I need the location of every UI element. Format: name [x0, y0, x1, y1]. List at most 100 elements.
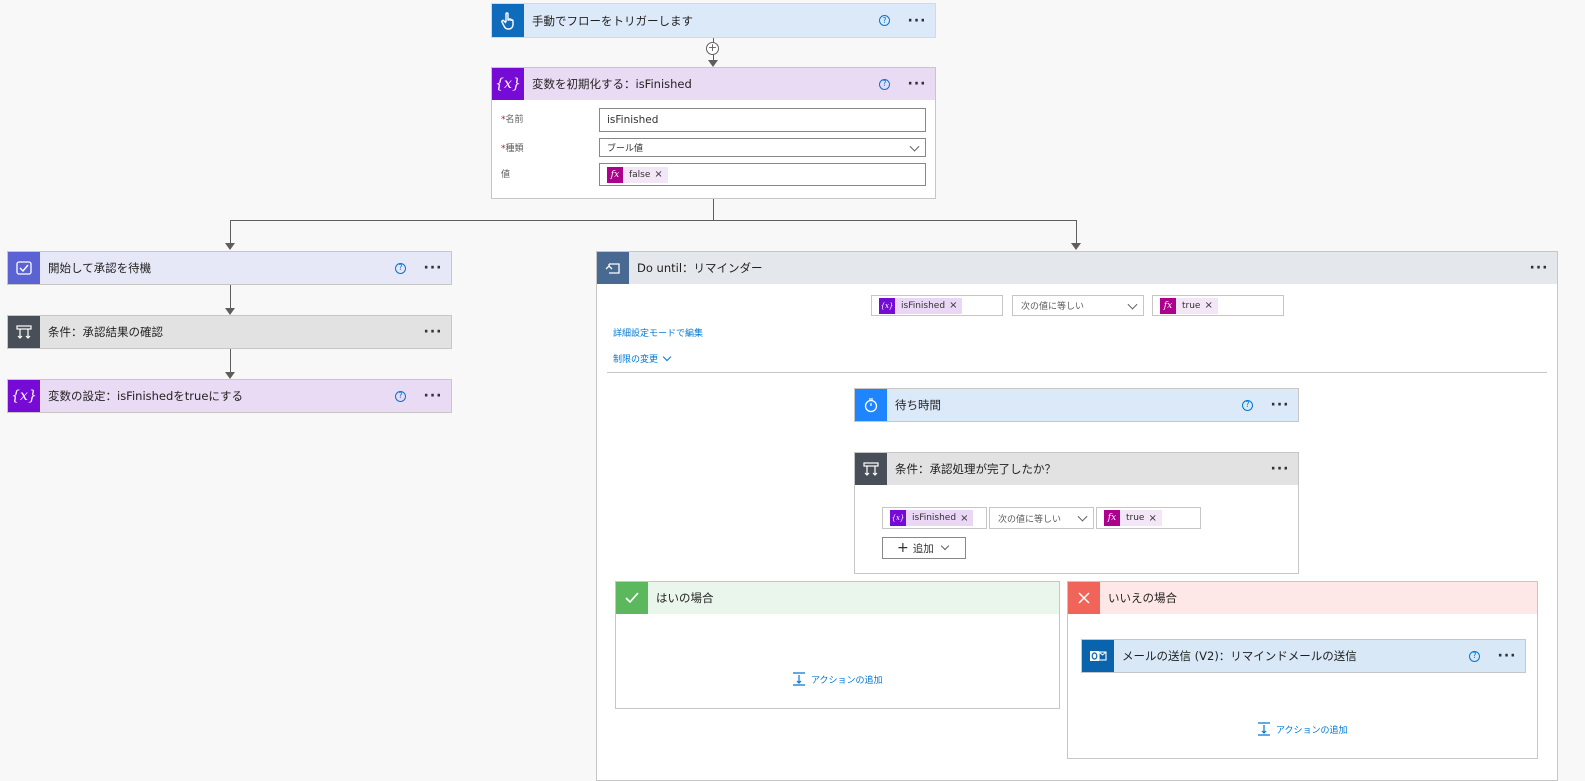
approval-header[interactable]: 開始して承認を待機 ? ···: [8, 252, 451, 284]
trigger-card[interactable]: 手動でフローをトリガーします ? ···: [491, 3, 936, 38]
remove-token-icon[interactable]: ×: [960, 513, 973, 524]
chevron-down-icon: [909, 141, 920, 152]
add-condition-button[interactable]: + 追加: [882, 537, 966, 559]
connector: [1076, 220, 1077, 244]
fx-icon: fx: [1104, 510, 1120, 526]
condition-left[interactable]: {x} isFinished ×: [882, 507, 987, 529]
condition-icon: [855, 453, 887, 485]
timer-icon: [855, 389, 887, 421]
more-options-icon[interactable]: ···: [422, 325, 444, 339]
no-branch-header[interactable]: いいえの場合: [1068, 582, 1537, 614]
type-select[interactable]: ブール値: [599, 138, 926, 157]
set-variable-header[interactable]: {x} 変数の設定：isFinishedをtrueにする ? ···: [8, 380, 451, 412]
help-icon[interactable]: ?: [395, 390, 406, 402]
add-action-icon: [1258, 722, 1270, 736]
more-options-icon[interactable]: ···: [422, 261, 444, 275]
wait-header[interactable]: 待ち時間 ? ···: [855, 389, 1298, 421]
variable-token[interactable]: {x} isFinished ×: [890, 510, 974, 526]
expression-token[interactable]: fx true ×: [1160, 297, 1218, 314]
variable-braces-icon: {x}: [890, 510, 906, 526]
help-icon[interactable]: ?: [1242, 399, 1253, 411]
remove-token-icon[interactable]: ×: [654, 169, 667, 180]
wait-card[interactable]: 待ち時間 ? ···: [854, 388, 1299, 422]
arrow-head: [1071, 243, 1081, 250]
send-mail-card[interactable]: メールの送信 (V2)：リマインドメールの送信 ? ···: [1081, 639, 1526, 673]
expression-token[interactable]: fx false ×: [607, 166, 668, 183]
condition-result-card[interactable]: 条件：承認結果の確認 ···: [7, 315, 452, 349]
fx-icon: fx: [607, 166, 623, 183]
insert-step-button[interactable]: +: [706, 42, 719, 55]
add-action-button[interactable]: アクションの追加: [792, 672, 883, 686]
connector: [230, 220, 1077, 221]
condition-icon: [8, 316, 40, 348]
help-icon[interactable]: ?: [879, 15, 890, 26]
name-label: *名前: [501, 115, 524, 125]
expression-token[interactable]: fx true ×: [1104, 510, 1162, 526]
help-icon[interactable]: ?: [1469, 650, 1480, 662]
condition-result-title: 条件：承認結果の確認: [48, 325, 163, 339]
do-until-header[interactable]: Do until：リマインダー ···: [597, 252, 1557, 284]
chevron-down-icon: [1077, 511, 1088, 522]
set-variable-card[interactable]: {x} 変数の設定：isFinishedをtrueにする ? ···: [7, 379, 452, 413]
approval-card[interactable]: 開始して承認を待機 ? ···: [7, 251, 452, 285]
variable-braces-icon: {x}: [879, 297, 895, 314]
change-limits-link[interactable]: 制限の変更: [613, 352, 672, 365]
arrow-head: [225, 372, 235, 379]
yes-branch-card: はいの場合 アクションの追加: [615, 581, 1060, 709]
divider: [607, 372, 1547, 373]
help-icon[interactable]: ?: [395, 262, 406, 274]
chevron-down-icon: [1127, 299, 1138, 310]
close-icon: [1068, 582, 1100, 614]
variable-braces-icon: {x}: [492, 68, 524, 100]
value-label: 値: [501, 170, 511, 180]
yes-branch-title: はいの場合: [656, 591, 714, 605]
add-action-button[interactable]: アクションの追加: [1257, 722, 1348, 736]
more-options-icon[interactable]: ···: [1269, 398, 1291, 412]
value-input[interactable]: fx false ×: [599, 163, 926, 186]
wait-title: 待ち時間: [895, 398, 941, 412]
connector: [230, 285, 231, 309]
init-variable-header[interactable]: {x} 変数を初期化する：isFinished ? ···: [492, 68, 935, 100]
trigger-header[interactable]: 手動でフローをトリガーします ? ···: [492, 4, 935, 37]
plus-icon: +: [897, 540, 909, 556]
set-variable-title: 変数の設定：isFinishedをtrueにする: [48, 389, 244, 403]
condition-done-title: 条件：承認処理が完了したか？: [895, 462, 1056, 476]
more-options-icon[interactable]: ···: [1496, 649, 1518, 663]
condition-done-card: 条件：承認処理が完了したか？ ··· {x} isFinished × 次の値に…: [854, 452, 1299, 574]
loop-condition-right[interactable]: fx true ×: [1152, 295, 1284, 316]
condition-right[interactable]: fx true ×: [1096, 507, 1201, 529]
arrow-head: [708, 60, 718, 67]
type-label: *種類: [501, 144, 524, 154]
hand-touch-icon: [492, 4, 524, 37]
check-icon: [616, 582, 648, 614]
chevron-down-icon: [662, 352, 672, 362]
more-options-icon[interactable]: ···: [1528, 261, 1550, 275]
approval-icon: [8, 252, 40, 284]
name-input[interactable]: isFinished: [599, 108, 926, 132]
help-icon[interactable]: ?: [879, 78, 890, 90]
trigger-title: 手動でフローをトリガーします: [532, 13, 693, 28]
send-mail-header[interactable]: メールの送信 (V2)：リマインドメールの送信 ? ···: [1082, 640, 1525, 672]
loop-operator-select[interactable]: 次の値に等しい: [1012, 295, 1144, 316]
remove-token-icon[interactable]: ×: [1204, 300, 1217, 311]
no-branch-card: いいえの場合 メールの送信 (V2)：リマインドメールの送信 ? ··· アクシ…: [1067, 581, 1538, 759]
more-options-icon[interactable]: ···: [906, 77, 928, 91]
more-options-icon[interactable]: ···: [906, 14, 928, 28]
more-options-icon[interactable]: ···: [1269, 462, 1291, 476]
connector: [230, 220, 231, 244]
loop-icon: [597, 252, 629, 284]
loop-condition-left[interactable]: {x} isFinished ×: [871, 295, 1003, 316]
approval-title: 開始して承認を待機: [48, 261, 152, 275]
remove-token-icon[interactable]: ×: [949, 300, 962, 311]
condition-result-header[interactable]: 条件：承認結果の確認 ···: [8, 316, 451, 348]
send-mail-title: メールの送信 (V2)：リマインドメールの送信: [1122, 649, 1357, 663]
variable-token[interactable]: {x} isFinished ×: [879, 297, 963, 314]
yes-branch-header[interactable]: はいの場合: [616, 582, 1059, 614]
remove-token-icon[interactable]: ×: [1148, 513, 1161, 524]
condition-done-header[interactable]: 条件：承認処理が完了したか？ ···: [855, 453, 1298, 485]
advanced-mode-link[interactable]: 詳細設定モードで編集: [613, 326, 703, 339]
connector: [230, 349, 231, 373]
condition-operator-select[interactable]: 次の値に等しい: [989, 507, 1094, 529]
more-options-icon[interactable]: ···: [422, 389, 444, 403]
chevron-down-icon: [940, 541, 949, 551]
